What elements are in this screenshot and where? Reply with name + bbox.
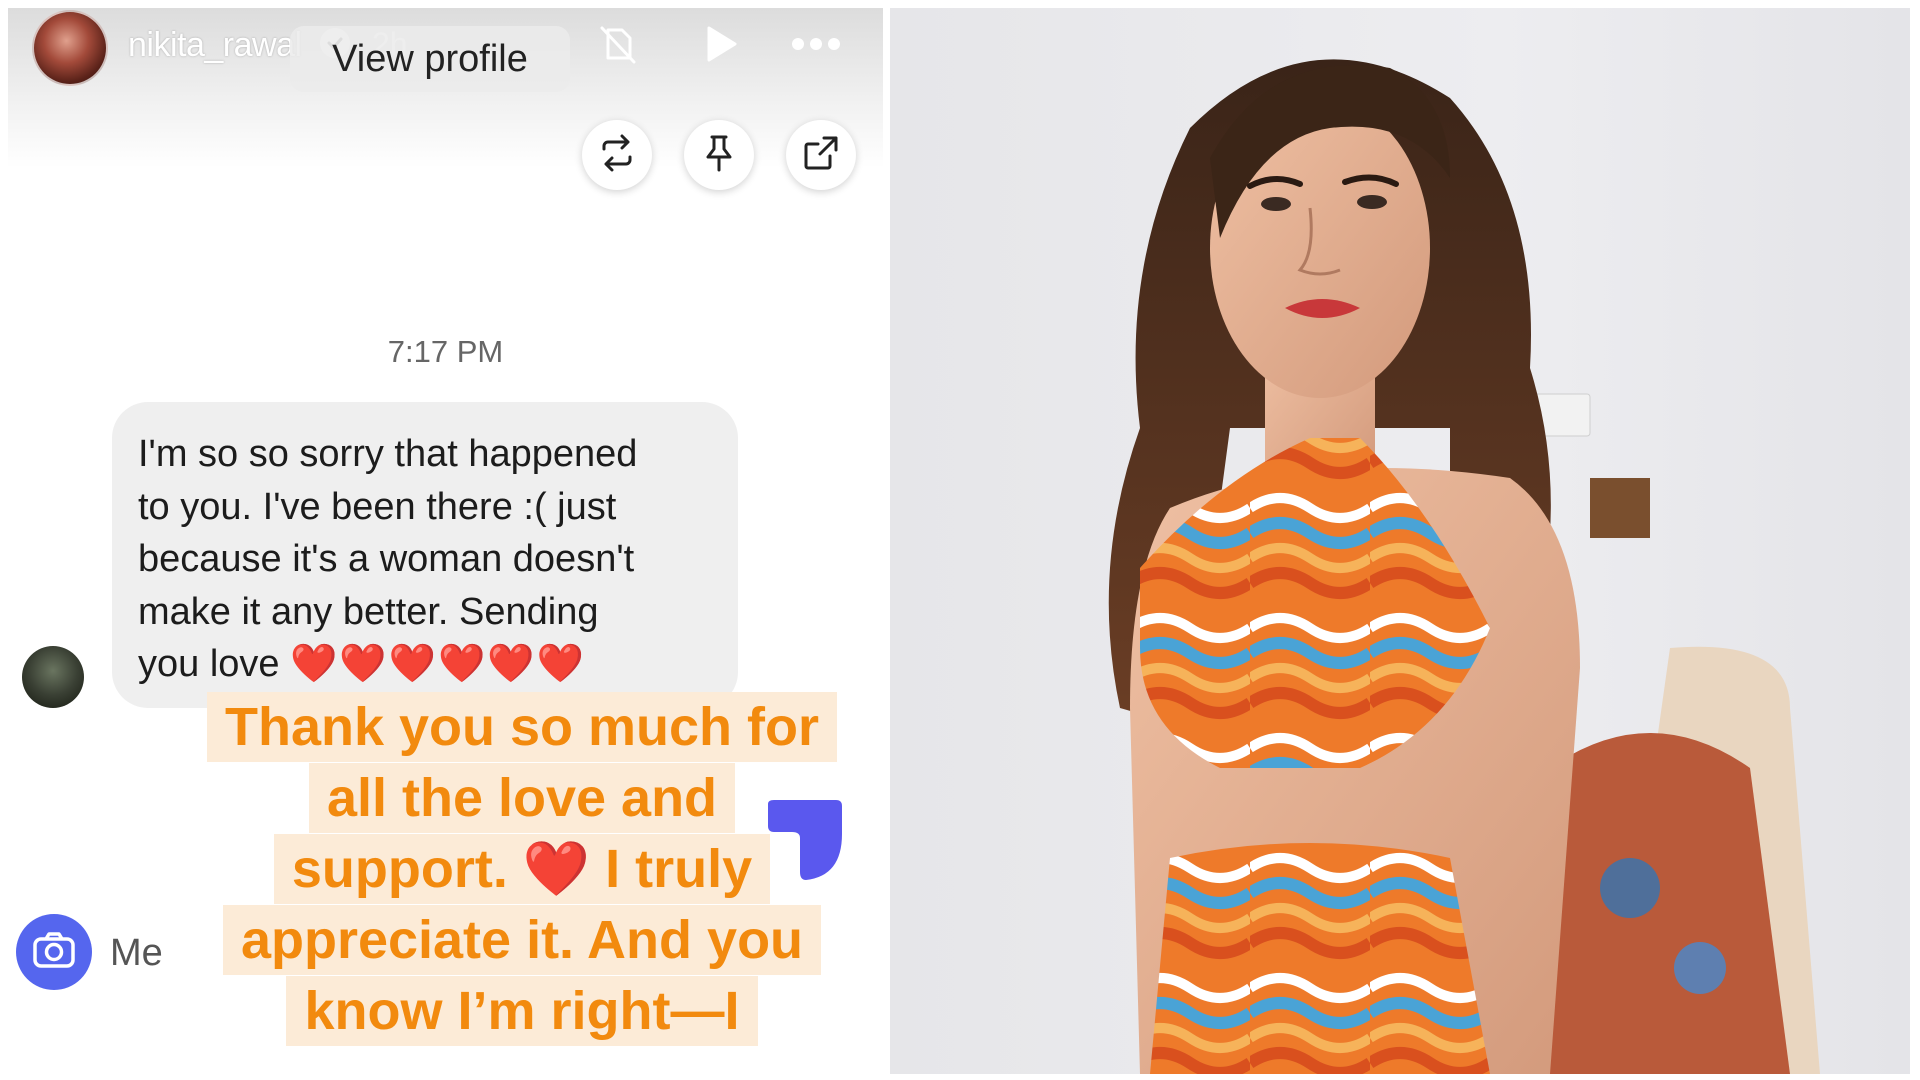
message-line: I'm so so sorry that happened [138,433,638,475]
sender-avatar[interactable] [22,646,84,708]
message-line: you love ❤️❤️❤️❤️❤️❤️ [138,638,718,691]
caption-line: all the love and [308,763,736,833]
portrait-photo [890,8,1910,1074]
message-line-text: you love [138,643,280,685]
message-line: make it any better. Sending [138,590,599,633]
portrait-illustration [890,8,1910,1074]
caption-line: Thank you so much for [206,692,838,762]
caption-line: support. ❤️ I truly [273,834,771,904]
caption-line: appreciate it. And you [222,905,822,975]
play-icon[interactable] [696,20,744,68]
collage: nikita_rawal 2h View profile [0,0,1920,1080]
pin-button[interactable] [684,120,754,190]
repost-icon [598,134,636,177]
message-text: I'm so so sorry that happened to you. I'… [138,428,718,691]
message-timestamp: 7:17 PM [387,334,504,369]
message-line: because it's a woman doesn't [138,538,635,580]
story-header: nikita_rawal 2h View profile [8,8,883,92]
caption-line: know I’m right—I [286,976,758,1046]
story-screenshot: nikita_rawal 2h View profile [8,8,883,1074]
share-icon [802,134,840,177]
camera-icon [32,930,76,975]
heart-emojis: ❤️❤️❤️❤️❤️❤️ [290,643,586,685]
pin-icon [702,133,736,178]
message-line: to you. I've been there :( just [138,485,617,528]
muted-icon[interactable] [594,20,642,68]
story-caption: Thank you so much for all the love and s… [152,692,883,1047]
share-button[interactable] [786,120,856,190]
more-options-icon[interactable] [784,20,848,68]
avatar[interactable] [32,10,108,86]
repost-button[interactable] [582,120,652,190]
view-profile-button[interactable]: View profile [290,26,570,92]
story-username[interactable]: nikita_rawal [128,26,302,65]
camera-button[interactable] [16,914,92,990]
